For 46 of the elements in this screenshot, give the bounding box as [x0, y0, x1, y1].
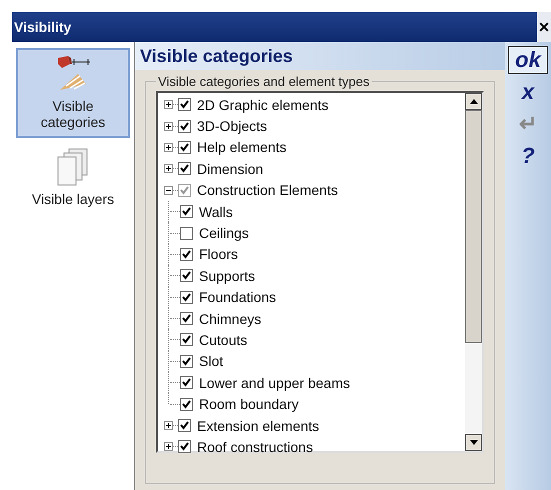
scrollbar[interactable]	[465, 93, 482, 451]
tree-item[interactable]: Dimension	[197, 160, 264, 177]
tree-item[interactable]: 3D-Objects	[197, 118, 268, 134]
expand-icon[interactable]	[164, 164, 173, 174]
tree-item[interactable]: Walls	[199, 204, 233, 220]
checkbox[interactable]	[180, 226, 193, 240]
tree-item[interactable]: Supports	[199, 268, 256, 284]
tree-item[interactable]: Room boundary	[199, 396, 299, 412]
tree-item[interactable]: Help elements	[197, 139, 286, 156]
close-button[interactable]: ×	[537, 12, 551, 42]
checkbox[interactable]	[180, 376, 193, 390]
checkbox[interactable]	[180, 333, 193, 346]
checkbox[interactable]	[180, 398, 193, 411]
collapse-icon[interactable]	[164, 186, 173, 195]
section-heading: Visible categories	[135, 42, 505, 70]
checkbox[interactable]	[180, 312, 193, 326]
group-title: Visible categories and element types	[157, 74, 370, 89]
tree-item[interactable]: Extension elements	[197, 418, 320, 434]
window-title: Visibility	[14, 19, 72, 35]
expand-icon[interactable]	[164, 122, 173, 131]
tree-item[interactable]: 2D Graphic elements	[197, 96, 329, 113]
tree-item[interactable]: Foundations	[199, 289, 276, 306]
tree-item[interactable]: Floors	[199, 246, 238, 262]
help-button[interactable]: ?	[508, 142, 548, 170]
checkbox[interactable]	[180, 269, 193, 282]
sidebar-item[interactable]: Visible layers	[16, 142, 130, 214]
tree-item[interactable]: Roof constructions	[197, 438, 313, 455]
tree-item[interactable]: Ceilings	[199, 225, 249, 242]
sidebar-item[interactable]: Visible categories	[16, 48, 130, 138]
tree-item[interactable]: Slot	[199, 353, 224, 370]
checkbox[interactable]	[180, 354, 193, 368]
ok-button[interactable]: ok	[508, 46, 548, 74]
scroll-up-icon[interactable]	[465, 93, 482, 110]
scroll-down-icon[interactable]	[465, 434, 482, 451]
checkbox[interactable]	[180, 290, 193, 304]
checkbox[interactable]	[180, 205, 193, 218]
expand-icon[interactable]	[164, 142, 173, 152]
tree-item[interactable]: Construction Elements	[197, 182, 338, 198]
expand-icon[interactable]	[164, 442, 173, 452]
tree-item[interactable]: Cutouts	[199, 332, 248, 348]
checkbox[interactable]	[180, 248, 193, 261]
tree-item[interactable]: Lower and upper beams	[199, 374, 350, 391]
expand-icon[interactable]	[164, 421, 173, 430]
expand-icon[interactable]	[164, 100, 173, 110]
tree-item[interactable]: Chimneys	[199, 310, 262, 327]
cancel-button[interactable]: x	[508, 78, 548, 106]
